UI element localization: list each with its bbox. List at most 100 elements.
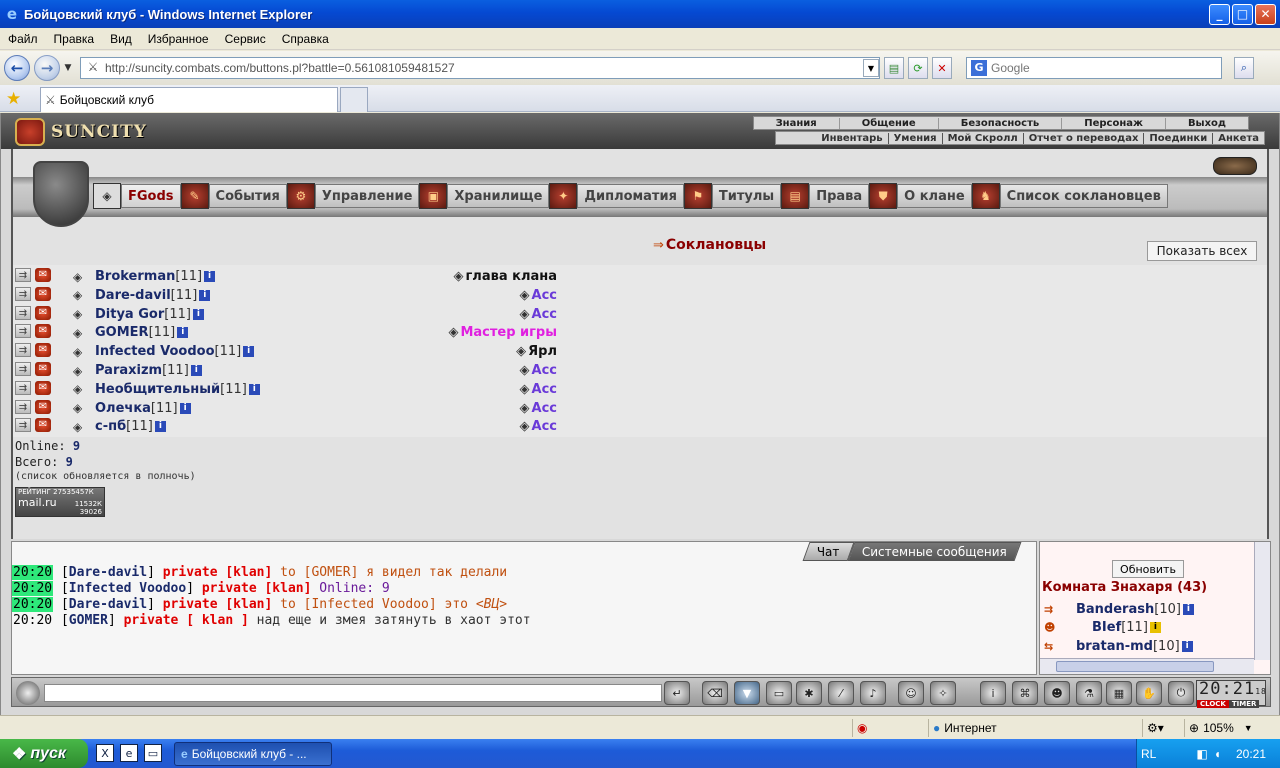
hand-button[interactable]: ✋: [1136, 681, 1162, 705]
smiley-button[interactable]: ☺: [898, 681, 924, 705]
private-message-icon[interactable]: ⇉: [15, 268, 31, 282]
filter-button[interactable]: ▼: [734, 681, 760, 705]
room-horizontal-scrollbar[interactable]: [1040, 658, 1254, 674]
user-status-icon[interactable]: ⇆: [1044, 640, 1072, 653]
minimize-button[interactable]: _: [1209, 3, 1230, 25]
sound-button[interactable]: ♪: [860, 681, 886, 705]
message-recipient[interactable]: to [GOMER]: [280, 565, 358, 580]
clan-tab-events[interactable]: ✎ События: [180, 183, 287, 209]
info-icon[interactable]: i: [199, 289, 211, 301]
privacy-segment[interactable]: ◉: [852, 719, 926, 737]
favorites-star-icon[interactable]: ★: [6, 89, 21, 109]
top-menu-character[interactable]: Персонаж: [1062, 117, 1166, 129]
top-menu-inventory[interactable]: Инвентарь: [816, 132, 889, 144]
tab-chat[interactable]: Чат: [803, 542, 855, 561]
address-dropdown-icon[interactable]: ▼: [863, 59, 879, 77]
clan-tab-about[interactable]: ⛊ О клане: [869, 183, 972, 209]
fight-button[interactable]: ✱: [796, 681, 822, 705]
message-time[interactable]: 20:20: [12, 613, 53, 628]
clan-tab-management[interactable]: ⚙ Управление: [286, 183, 420, 209]
info-icon[interactable]: i: [248, 383, 260, 395]
member-nick[interactable]: Infected Voodoo: [95, 344, 215, 359]
inventory-button[interactable]: ▦: [1106, 681, 1132, 705]
info-button[interactable]: i: [980, 681, 1006, 705]
scroll-speed-button[interactable]: ⁄: [828, 681, 854, 705]
search-input[interactable]: [991, 61, 1211, 75]
gift-icon[interactable]: ✉: [35, 324, 51, 339]
top-menu-skills[interactable]: Умения: [889, 132, 943, 144]
gift-icon[interactable]: ✉: [35, 399, 51, 414]
clan-tab-members[interactable]: ♞ Список соклановцев: [971, 183, 1168, 209]
message-nick[interactable]: Dare-davil: [69, 565, 147, 580]
member-nick[interactable]: Ditya Gor: [95, 307, 164, 322]
top-menu-exit[interactable]: Выход: [1166, 118, 1248, 129]
member-nick[interactable]: GOMER: [95, 325, 149, 340]
info-icon[interactable]: i: [154, 421, 166, 433]
close-button[interactable]: ✕: [1255, 3, 1276, 25]
scrollbar-thumb[interactable]: [1056, 661, 1214, 672]
member-name[interactable]: Ditya Gor[11] i: [95, 307, 204, 322]
clan-tab-rights[interactable]: ▤ Права: [781, 183, 870, 209]
chat-input[interactable]: [44, 684, 662, 702]
ie-quick-icon[interactable]: e: [120, 744, 138, 762]
member-nick[interactable]: Олечка: [95, 401, 151, 416]
speaker-icon[interactable]: [16, 681, 40, 705]
private-message-icon[interactable]: ⇉: [15, 418, 31, 433]
clan-tab-storage[interactable]: ▣ Хранилище: [419, 183, 550, 209]
private-message-icon[interactable]: ⇉: [15, 399, 31, 414]
room-user-name[interactable]: Banderash: [1076, 602, 1154, 617]
game-logo[interactable]: SUNCITY: [15, 117, 185, 147]
back-button[interactable]: ←: [4, 55, 30, 81]
stop-button[interactable]: ✕: [932, 57, 952, 79]
member-name[interactable]: Infected Voodoo[11] i: [95, 344, 255, 359]
menu-favorites[interactable]: Избранное: [140, 32, 217, 46]
top-menu-transfer-report[interactable]: Отчет о переводах: [1024, 132, 1145, 144]
clan-tab-fgods[interactable]: ◈ FGods: [93, 183, 181, 209]
excel-icon[interactable]: X: [96, 744, 114, 762]
top-menu-profile[interactable]: Анкета: [1213, 133, 1264, 144]
show-all-button[interactable]: Показать всех: [1147, 241, 1257, 261]
taskbar-item-ie[interactable]: e Бойцовский клуб - ...: [174, 742, 332, 766]
top-menu-battles[interactable]: Поединки: [1144, 132, 1214, 144]
room-user-name[interactable]: bratan-md: [1076, 639, 1153, 654]
address-bar[interactable]: ⚔ http://suncity.combats.com/buttons.pl?…: [80, 57, 880, 79]
gift-icon[interactable]: ✉: [35, 380, 51, 395]
member-name[interactable]: Dare-davil[11] i: [95, 288, 211, 303]
member-nick[interactable]: Необщительный: [95, 382, 220, 397]
send-button[interactable]: ↵: [664, 681, 690, 705]
info-icon[interactable]: i: [1181, 640, 1193, 652]
forward-button[interactable]: →: [34, 55, 60, 81]
browser-tab[interactable]: ⚔ Бойцовский клуб: [40, 87, 338, 112]
show-desktop-icon[interactable]: ▭: [144, 744, 162, 762]
settings-button[interactable]: ✧: [930, 681, 956, 705]
message-time[interactable]: 20:20: [12, 596, 54, 612]
gift-icon[interactable]: ✉: [35, 343, 51, 358]
private-message-icon[interactable]: ⇉: [15, 286, 31, 301]
member-nick[interactable]: Paraxizm: [95, 363, 162, 378]
member-nick[interactable]: Dare-davil: [95, 288, 171, 303]
clan-tab-titles[interactable]: ⚑ Титулы: [683, 183, 782, 209]
exit-button[interactable]: ⏻: [1168, 681, 1194, 705]
volume-icon[interactable]: ◖: [1214, 747, 1221, 761]
map-button[interactable]: ⌘: [1012, 681, 1038, 705]
search-box[interactable]: G: [966, 57, 1222, 79]
private-message-icon[interactable]: ⇉: [15, 380, 31, 395]
new-tab-button[interactable]: [340, 87, 368, 112]
user-status-icon[interactable]: ⇉: [1044, 603, 1072, 616]
refresh-button[interactable]: ⟳: [908, 57, 928, 79]
member-name[interactable]: Paraxizm[11] i: [95, 363, 202, 378]
room-vertical-scrollbar[interactable]: [1254, 542, 1270, 660]
monitor-button[interactable]: ▭: [766, 681, 792, 705]
private-message-icon[interactable]: ⇉: [15, 305, 31, 320]
list-item[interactable]: ⇉ Banderash [10] i: [1044, 600, 1194, 618]
gift-icon[interactable]: ✉: [35, 268, 51, 282]
start-button[interactable]: ❖ пуск: [0, 739, 88, 768]
member-name[interactable]: Олечка[11] i: [95, 401, 191, 416]
message-time[interactable]: 20:20: [12, 564, 54, 580]
menu-tools[interactable]: Сервис: [217, 32, 274, 46]
top-menu-security[interactable]: Безопасность: [939, 117, 1063, 129]
refresh-room-button[interactable]: Обновить: [1112, 560, 1184, 578]
list-item[interactable]: ⇆ bratan-md [10] i: [1044, 637, 1193, 655]
info-icon[interactable]: i: [190, 365, 202, 376]
menu-edit[interactable]: Правка: [46, 32, 103, 46]
